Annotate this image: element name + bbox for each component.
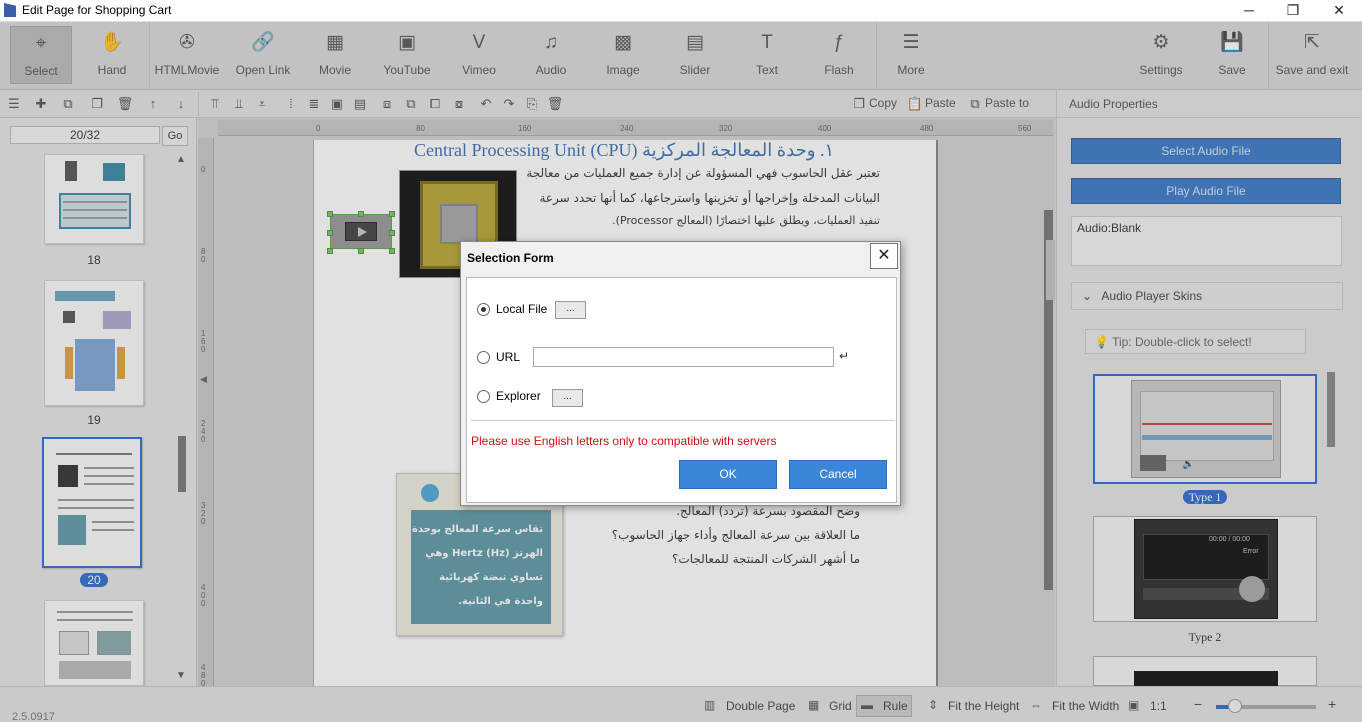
cancel-button[interactable]: Cancel xyxy=(789,460,887,489)
minimize-button[interactable]: ─ xyxy=(1226,0,1272,22)
explorer-radio[interactable] xyxy=(477,390,490,403)
dialog-body: Local File ... URL ↵ Explorer ... Please… xyxy=(466,277,897,503)
local-file-label: Local File xyxy=(496,302,548,316)
local-file-browse-button[interactable]: ... xyxy=(555,301,586,319)
url-label: URL xyxy=(496,350,521,364)
window-title: Edit Page for Shopping Cart xyxy=(22,3,172,17)
url-radio[interactable] xyxy=(477,351,490,364)
explorer-label: Explorer xyxy=(496,389,541,403)
app-icon xyxy=(4,3,16,17)
close-window-button[interactable]: ✕ xyxy=(1316,0,1362,22)
warning-message: Please use English letters only to compa… xyxy=(471,434,777,448)
dialog-close-button[interactable]: ✕ xyxy=(870,243,898,269)
selection-form-dialog: Selection Form ✕ Local File ... URL ↵ Ex… xyxy=(460,241,901,506)
ok-button[interactable]: OK xyxy=(679,460,777,489)
explorer-browse-button[interactable]: ... xyxy=(552,389,583,407)
dialog-divider xyxy=(471,420,894,421)
url-input[interactable] xyxy=(533,347,834,367)
enter-icon: ↵ xyxy=(839,349,850,363)
dialog-title: Selection Form xyxy=(467,251,554,265)
local-file-radio[interactable] xyxy=(477,303,490,316)
maximize-button[interactable]: ❐ xyxy=(1270,0,1316,22)
title-bar: Edit Page for Shopping Cart ─ ❐ ✕ xyxy=(0,0,1362,22)
